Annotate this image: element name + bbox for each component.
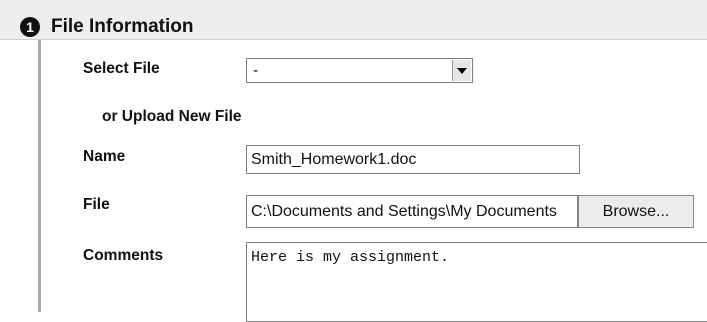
select-file-dropdown[interactable]: - (246, 58, 473, 83)
dropdown-arrow-button[interactable] (452, 60, 471, 81)
file-label: File (83, 196, 110, 213)
comments-textarea[interactable]: Here is my assignment. (246, 242, 707, 322)
select-file-value: - (253, 62, 258, 79)
upload-new-file-label: or Upload New File (102, 108, 242, 125)
select-file-label: Select File (83, 60, 160, 77)
browse-button[interactable]: Browse... (578, 195, 694, 228)
comments-label: Comments (83, 247, 164, 264)
section-rail (38, 40, 41, 312)
section-header: 1 File Information (0, 0, 707, 40)
section-title: File Information (51, 16, 194, 37)
name-input[interactable] (246, 145, 580, 174)
chevron-down-icon (457, 68, 467, 74)
step-number-icon: 1 (20, 17, 40, 37)
file-path-input[interactable] (246, 195, 578, 228)
name-label: Name (83, 148, 126, 165)
